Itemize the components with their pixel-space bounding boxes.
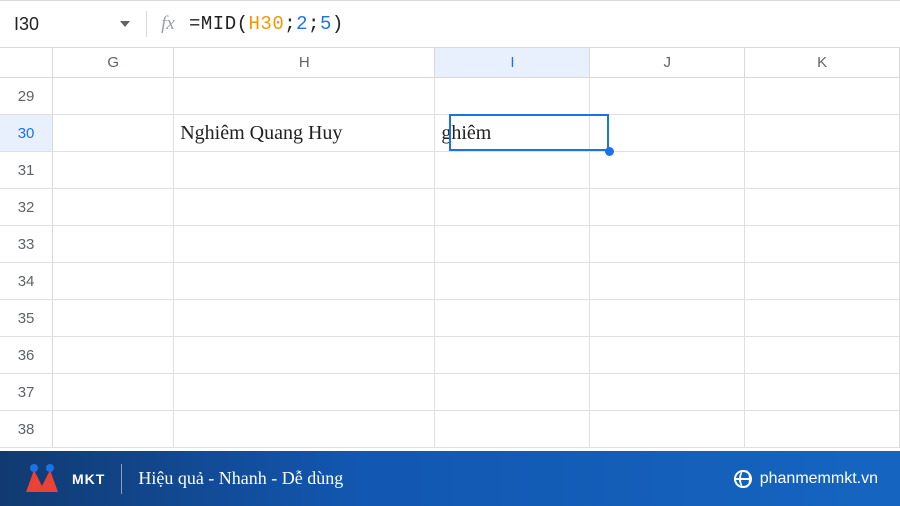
cell-I38[interactable] (435, 411, 590, 447)
cell-H37[interactable] (174, 374, 435, 410)
cell-H33[interactable] (174, 226, 435, 262)
cell-I33[interactable] (435, 226, 590, 262)
cell-K37[interactable] (745, 374, 900, 410)
cell-J34[interactable] (590, 263, 745, 299)
table-row: 35 (0, 300, 900, 337)
cell-K29[interactable] (745, 78, 900, 114)
cell-G34[interactable] (53, 263, 174, 299)
table-row: 38 (0, 411, 900, 448)
cell-G38[interactable] (53, 411, 174, 447)
site-url: phanmemmkt.vn (760, 470, 878, 488)
chevron-down-icon[interactable] (120, 21, 130, 27)
cell-H34[interactable] (174, 263, 435, 299)
col-header-I[interactable]: I (435, 48, 590, 77)
table-row: 32 (0, 189, 900, 226)
cell-K38[interactable] (745, 411, 900, 447)
cell-K31[interactable] (745, 152, 900, 188)
cell-H35[interactable] (174, 300, 435, 336)
cell-I31[interactable] (435, 152, 590, 188)
formula-bar: I30 fx =MID(H30;2;5) (0, 0, 900, 48)
formula-input[interactable]: =MID(H30;2;5) (189, 13, 344, 35)
table-row: 29 (0, 78, 900, 115)
cell-G35[interactable] (53, 300, 174, 336)
row-header-29[interactable]: 29 (0, 78, 53, 114)
table-row: 34 (0, 263, 900, 300)
cell-J37[interactable] (590, 374, 745, 410)
cell-I37[interactable] (435, 374, 590, 410)
row-header-38[interactable]: 38 (0, 411, 53, 447)
cell-J32[interactable] (590, 189, 745, 225)
brand-logo: MKT (22, 462, 105, 496)
cell-G33[interactable] (53, 226, 174, 262)
cell-H32[interactable] (174, 189, 435, 225)
cell-G31[interactable] (53, 152, 174, 188)
table-row: 30 Nghiêm Quang Huyghiêm (0, 115, 900, 152)
cell-J29[interactable] (590, 78, 745, 114)
table-row: 37 (0, 374, 900, 411)
cell-H38[interactable] (174, 411, 435, 447)
rows-container: 2930Nghiêm Quang Huyghiêm313233343536373… (0, 78, 900, 448)
cell-I32[interactable] (435, 189, 590, 225)
cell-I35[interactable] (435, 300, 590, 336)
row-header-36[interactable]: 36 (0, 337, 53, 373)
cell-I34[interactable] (435, 263, 590, 299)
cell-J38[interactable] (590, 411, 745, 447)
table-row: 33 (0, 226, 900, 263)
row-header-35[interactable]: 35 (0, 300, 53, 336)
row-header-37[interactable]: 37 (0, 374, 53, 410)
cell-G36[interactable] (53, 337, 174, 373)
cell-K34[interactable] (745, 263, 900, 299)
footer-site[interactable]: phanmemmkt.vn (734, 470, 878, 488)
table-row: 36 (0, 337, 900, 374)
cell-G30[interactable] (53, 115, 174, 151)
cell-K30[interactable] (745, 115, 900, 151)
cell-J35[interactable] (590, 300, 745, 336)
col-header-K[interactable]: K (745, 48, 900, 77)
cell-I29[interactable] (435, 78, 590, 114)
logo-icon (22, 462, 62, 496)
cell-G37[interactable] (53, 374, 174, 410)
separator (121, 464, 122, 494)
row-header-30[interactable]: 30 (0, 115, 53, 151)
cell-H29[interactable] (174, 78, 435, 114)
col-header-G[interactable]: G (53, 48, 174, 77)
fill-handle[interactable] (605, 147, 614, 156)
cell-H36[interactable] (174, 337, 435, 373)
cell-G29[interactable] (53, 78, 174, 114)
footer-slogan: Hiệu quả - Nhanh - Dễ dùng (138, 468, 343, 489)
row-header-34[interactable]: 34 (0, 263, 53, 299)
cell-K33[interactable] (745, 226, 900, 262)
spreadsheet-grid[interactable]: GHIJK 2930Nghiêm Quang Huyghiêm313233343… (0, 48, 900, 506)
cell-K32[interactable] (745, 189, 900, 225)
name-box-value: I30 (14, 14, 39, 35)
cell-I30[interactable]: ghiêm (435, 115, 590, 151)
col-header-H[interactable]: H (174, 48, 435, 77)
footer: MKT Hiệu quả - Nhanh - Dễ dùng phanmemmk… (0, 451, 900, 506)
cell-G32[interactable] (53, 189, 174, 225)
row-header-31[interactable]: 31 (0, 152, 53, 188)
separator (146, 11, 147, 37)
table-row: 31 (0, 152, 900, 189)
row-header-32[interactable]: 32 (0, 189, 53, 225)
fx-icon[interactable]: fx (157, 13, 179, 35)
row-header-33[interactable]: 33 (0, 226, 53, 262)
logo-text: MKT (72, 471, 105, 487)
cell-J31[interactable] (590, 152, 745, 188)
cell-J30[interactable] (590, 115, 745, 151)
globe-icon (734, 470, 752, 488)
cell-I36[interactable] (435, 337, 590, 373)
name-box[interactable]: I30 (14, 14, 136, 35)
cell-J33[interactable] (590, 226, 745, 262)
cell-J36[interactable] (590, 337, 745, 373)
col-header-J[interactable]: J (590, 48, 745, 77)
cell-H30[interactable]: Nghiêm Quang Huy (174, 115, 435, 151)
cell-K36[interactable] (745, 337, 900, 373)
cell-K35[interactable] (745, 300, 900, 336)
select-all-corner[interactable] (0, 48, 53, 77)
cell-H31[interactable] (174, 152, 435, 188)
column-headers: GHIJK (0, 48, 900, 78)
spreadsheet-app: I30 fx =MID(H30;2;5) GHIJK 2930 Nghiêm Qu… (0, 0, 900, 506)
